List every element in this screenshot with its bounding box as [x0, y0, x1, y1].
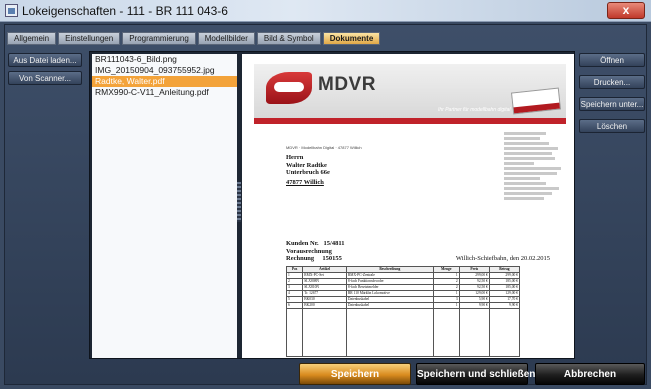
invoice-header: Kunden Nr. 15/4811 Vorausrechnung Rechnu…: [286, 240, 556, 263]
sender-line: MDVR · Modellbahn Digital · 47877 Willic…: [286, 145, 362, 150]
cancel-button[interactable]: Abbrechen: [535, 363, 645, 385]
logo-text: MDVR: [318, 74, 376, 95]
list-item[interactable]: IMG_20150904_093755952.jpg: [92, 65, 237, 76]
invoice-label: Rechnung: [286, 255, 315, 262]
document-preview: MDVR Ihr Partner für modellbahn digital …: [242, 54, 574, 358]
recipient-city: 47877 Willich: [286, 178, 324, 186]
tab-modellbilder[interactable]: Modellbilder: [197, 32, 255, 45]
left-button-group: Aus Datei laden... Von Scanner...: [8, 53, 82, 89]
save-button[interactable]: Speichern: [299, 363, 411, 385]
right-button-group: Öffnen Drucken... Speichern unter... Lös…: [579, 53, 645, 141]
print-button[interactable]: Drucken...: [579, 75, 645, 89]
list-item[interactable]: BR111043-6_Bild.png: [92, 54, 237, 65]
invoice-table: Pos Artikel Beschreibung Menge Preis Bet…: [285, 266, 521, 357]
splitter-handle[interactable]: [237, 182, 241, 222]
tab-dokumente[interactable]: Dokumente: [322, 32, 381, 45]
dialog-body: Allgemein Einstellungen Programmierung M…: [4, 24, 647, 385]
place-date: Willich-Schiefbahn, den 20.02.2015: [455, 255, 550, 262]
customer-label: Kunden Nr.: [286, 240, 319, 247]
delete-button[interactable]: Löschen: [579, 119, 645, 133]
documents-panel: BR111043-6_Bild.png IMG_20150904_0937559…: [89, 51, 575, 359]
table-row: [285, 308, 521, 357]
save-as-button[interactable]: Speichern unter...: [579, 97, 645, 111]
open-button[interactable]: Öffnen: [579, 53, 645, 67]
file-list[interactable]: BR111043-6_Bild.png IMG_20150904_0937559…: [92, 54, 237, 358]
recipient-salutation: Herrn: [286, 154, 304, 161]
window-title: Lokeigenschaften - 111 - BR 111 043-6: [22, 4, 228, 18]
letterhead-slogan: Ihr Partner für modellbahn digital: [438, 107, 511, 113]
recipient-address: Herrn Walter Radtke Unterbruch 66e 47877…: [286, 154, 330, 186]
list-item-selected[interactable]: Radtke, Walter.pdf: [92, 76, 237, 87]
bottom-button-bar: Speichern Speichern und schließen Abbrec…: [5, 361, 648, 386]
tab-allgemein[interactable]: Allgemein: [7, 32, 57, 45]
title-bar: Lokeigenschaften - 111 - BR 111 043-6 x: [0, 0, 651, 22]
recipient-name: Walter Radtke: [286, 161, 327, 169]
tab-bar: Allgemein Einstellungen Programmierung M…: [7, 32, 381, 46]
tab-einstellungen[interactable]: Einstellungen: [58, 32, 121, 45]
invoice-number: 150155: [322, 255, 342, 262]
close-button[interactable]: x: [607, 2, 645, 19]
logo-icon: [266, 72, 312, 104]
tab-programmierung[interactable]: Programmierung: [122, 32, 196, 45]
app-icon: [5, 4, 18, 17]
company-info-column: [504, 132, 564, 202]
preinvoice-label: Vorausrechnung: [286, 247, 332, 255]
customer-number: 15/4811: [323, 240, 345, 247]
load-from-file-button[interactable]: Aus Datei laden...: [8, 53, 82, 67]
list-item[interactable]: RMX990-C-V11_Anleitung.pdf: [92, 87, 237, 98]
letterhead-band: [254, 118, 566, 124]
recipient-street: Unterbruch 66e: [286, 169, 330, 176]
tab-bild-symbol[interactable]: Bild & Symbol: [256, 32, 321, 45]
scanner-button[interactable]: Von Scanner...: [8, 71, 82, 85]
save-and-close-button[interactable]: Speichern und schließen: [416, 363, 535, 385]
